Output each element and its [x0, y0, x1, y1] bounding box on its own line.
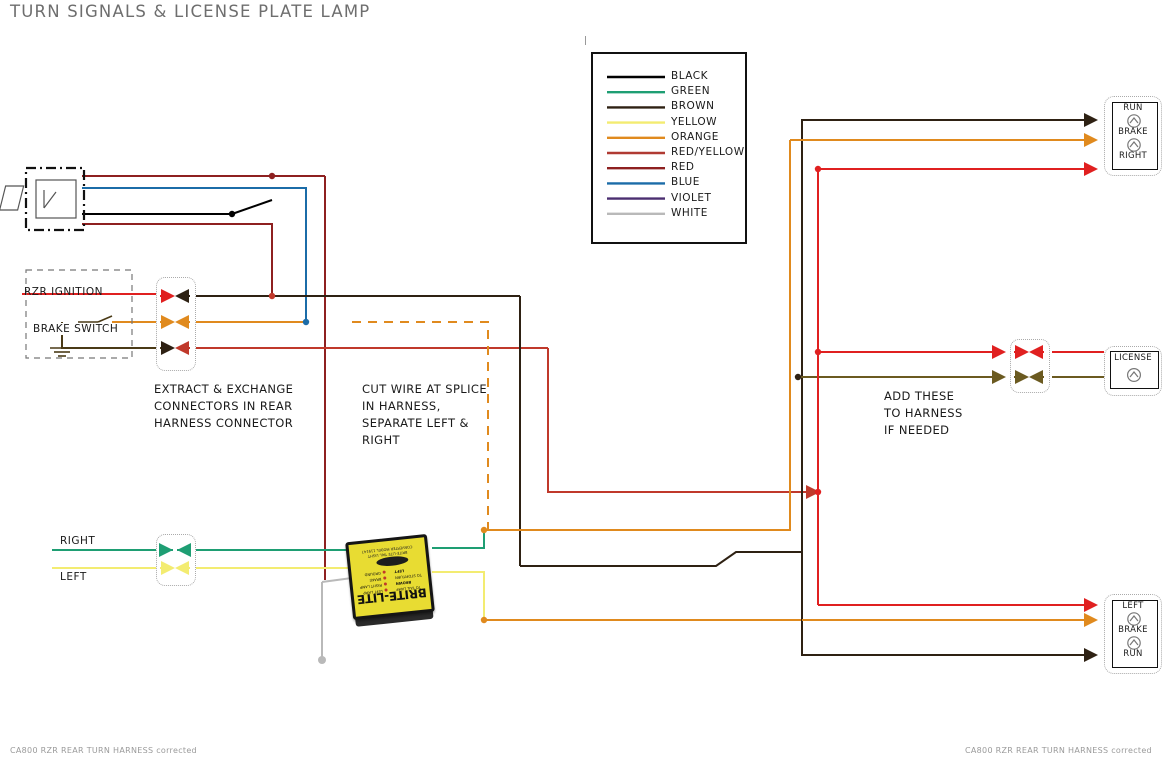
- module-body: BRITE-LITE TAIL LIGHT CONVERTER MODEL 119…: [345, 533, 435, 621]
- legend-label-yellow: YELLOW: [671, 115, 718, 128]
- lamp-license-label: LICENSE: [1114, 353, 1152, 363]
- lamp-left-turn[interactable]: LEFT BRAKE RUN: [1104, 594, 1162, 674]
- wire-color-legend: BLACK GREEN BROWN YELLOW ORANGE RED/YELLOW RED…: [591, 52, 747, 244]
- legend-tick-mark: [585, 36, 586, 45]
- module-oval-logo: [375, 555, 409, 568]
- legend-label-red-yellow: RED/YELLOW: [671, 146, 745, 158]
- legend-label-white: WHITE: [671, 206, 708, 219]
- footer-right: CA800 RZR REAR TURN HARNESS corrected: [965, 746, 1152, 755]
- legend-label-red: RED: [671, 161, 695, 174]
- lamp-license-plate[interactable]: LICENSE: [1104, 346, 1162, 396]
- legend-label-orange: ORANGE: [671, 130, 719, 143]
- lamp-left-line-2: BRAKE: [1118, 625, 1148, 635]
- brite-lite-module[interactable]: BRITE-LITE TAIL LIGHT CONVERTER MODEL 119…: [345, 533, 435, 627]
- lamp-right-line-3: RIGHT: [1118, 151, 1148, 161]
- connector-rear-harness-arrows: [160, 289, 190, 355]
- connector-turn-input-arrows: [159, 543, 191, 575]
- connector-license-add-arrows: [1014, 345, 1044, 384]
- legend-label-black: BLACK: [671, 70, 709, 82]
- footer-left: CA800 RZR REAR TURN HARNESS corrected: [10, 746, 197, 755]
- lamp-left-line-3: RUN: [1123, 649, 1143, 659]
- label-rzr-ignition: RZR IGNITION: [24, 286, 103, 298]
- lamp-right-turn[interactable]: RUN BRAKE RIGHT: [1104, 96, 1162, 176]
- lamp-left-line-1: LEFT: [1122, 601, 1144, 611]
- wiring-diagram-canvas: TURN SIGNALS & LICENSE PLATE LAMP BLACK …: [0, 0, 1168, 760]
- lamp-right-line-2: BRAKE: [1118, 127, 1148, 137]
- label-right: RIGHT: [60, 535, 96, 547]
- legend-label-green: GREEN: [671, 85, 711, 98]
- note-add-to-harness: ADD THESE TO HARNESS IF NEEDED: [884, 389, 963, 437]
- legend-label-violet: VIOLET: [671, 191, 712, 204]
- note-extract-exchange: EXTRACT & EXCHANGE CONNECTORS IN REAR HARN…: [154, 382, 294, 430]
- legend-label-brown: BROWN: [671, 100, 715, 113]
- lamp-right-line-1: RUN: [1123, 103, 1143, 113]
- label-left: LEFT: [60, 571, 87, 583]
- wire-layer: [0, 113, 1104, 664]
- note-cut-wire: CUT WIRE AT SPLICE IN HARNESS, SEPARATE LE…: [362, 382, 487, 447]
- legend-label-blue: BLUE: [671, 176, 700, 189]
- label-brake-switch: BRAKE SWITCH: [32, 323, 120, 335]
